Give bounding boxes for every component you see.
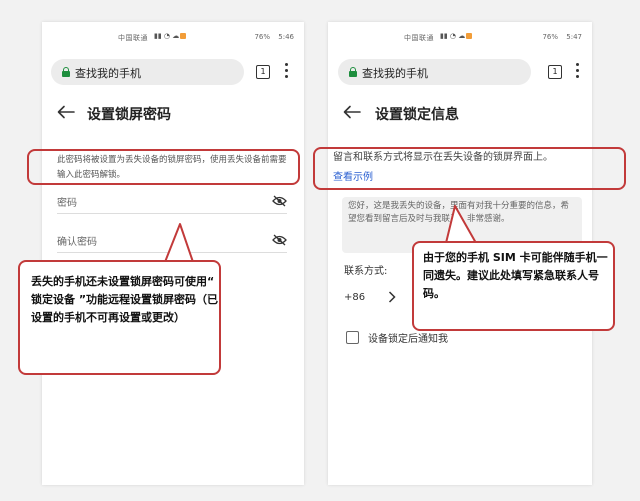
confirm-password-label: 确认密码 <box>57 237 97 248</box>
page-title: 设置锁屏密码 <box>87 107 171 123</box>
url-text: 查找我的手机 <box>362 67 428 80</box>
password-field[interactable]: 密码 <box>57 194 287 214</box>
country-code-selector[interactable]: +86 <box>344 292 365 303</box>
lock-icon <box>349 67 357 77</box>
notification-badge-icon <box>466 33 473 39</box>
battery-level: 76% <box>542 33 558 41</box>
annotation-note-right: 由于您的手机 SIM 卡可能伴随手机一同遗失。建议此处填写紧急联系人号码。 <box>412 241 615 331</box>
confirm-password-field[interactable]: 确认密码 <box>57 233 287 253</box>
eye-hidden-icon[interactable] <box>272 234 287 246</box>
notification-badge-icon <box>180 33 187 39</box>
annotation-note-left: 丢失的手机还未设置锁屏密码可使用“ 锁定设备 ”功能远程设置锁屏密码（已设置的手… <box>18 260 221 375</box>
signal-wifi-icons: ▮▮ ◔ ☁ <box>440 32 473 40</box>
battery-level: 76% <box>254 33 270 41</box>
password-label: 密码 <box>57 198 77 209</box>
notify-checkbox-label: 设备锁定后通知我 <box>368 334 448 345</box>
more-menu-icon[interactable] <box>285 63 289 81</box>
notify-checkbox[interactable] <box>346 331 359 344</box>
page-title: 设置锁定信息 <box>375 107 459 123</box>
status-bar: 中国联通 ▮▮ ◔ ☁ 76% 5:47 <box>328 32 592 44</box>
more-menu-icon[interactable] <box>576 63 580 81</box>
eye-hidden-icon[interactable] <box>272 195 287 207</box>
left-phone-screen: 中国联通 ▮▮ ◔ ☁ 76% 5:46 查找我的手机 1 设置锁屏密码 此密码… <box>42 22 304 485</box>
lock-icon <box>62 67 70 77</box>
url-bar[interactable]: 查找我的手机 <box>51 59 244 85</box>
tabs-button[interactable]: 1 <box>548 65 562 79</box>
highlight-box-description <box>313 147 626 190</box>
signal-wifi-icons: ▮▮ ◔ ☁ <box>154 32 187 40</box>
clock-time: 5:46 <box>278 33 294 41</box>
back-arrow-icon[interactable] <box>343 105 361 119</box>
contact-label: 联系方式: <box>344 266 388 277</box>
carrier-label: 中国联通 <box>404 34 434 42</box>
back-arrow-icon[interactable] <box>57 105 75 119</box>
chevron-right-icon[interactable] <box>388 291 396 303</box>
tabs-button[interactable]: 1 <box>256 65 270 79</box>
clock-time: 5:47 <box>566 33 582 41</box>
url-text: 查找我的手机 <box>75 67 141 80</box>
status-bar: 中国联通 ▮▮ ◔ ☁ 76% 5:46 <box>42 32 304 44</box>
url-bar[interactable]: 查找我的手机 <box>338 59 531 85</box>
carrier-label: 中国联通 <box>118 34 148 42</box>
highlight-box-description <box>27 149 300 185</box>
